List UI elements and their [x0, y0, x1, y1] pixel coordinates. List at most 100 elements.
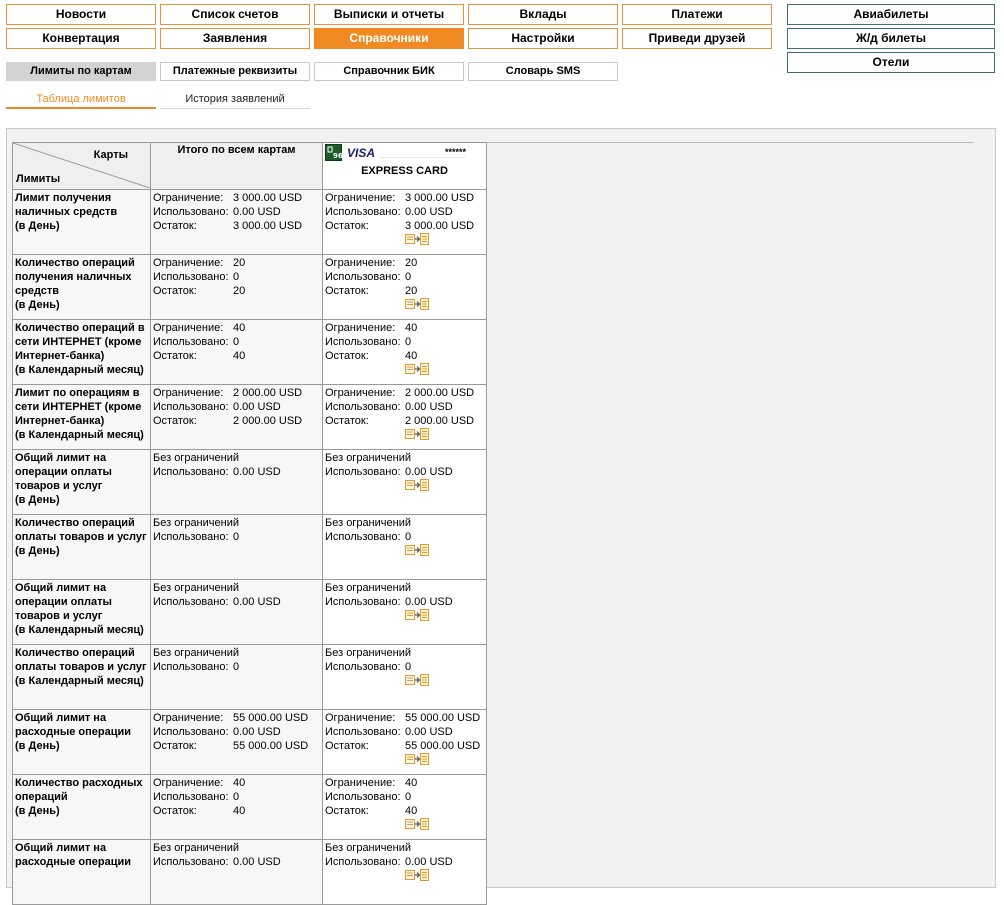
nav-accounts[interactable]: Список счетов	[160, 4, 310, 25]
edit-limit-icon[interactable]	[405, 428, 429, 444]
card-brand: VISA	[347, 145, 376, 160]
limit-name-line: товаров и услуг	[15, 480, 103, 492]
limit-value-line: Остаток: 3 000.00 USD	[153, 219, 320, 233]
limit-value-line: Ограничение: 40	[153, 776, 320, 790]
limit-value-key: Ограничение:	[153, 322, 224, 334]
subnav-card-limits[interactable]: Лимиты по картам	[6, 62, 156, 81]
limits-table-body: Лимит получения наличных средств (в День) О…	[12, 189, 487, 905]
limit-value-key: Использовано:	[153, 466, 229, 478]
nav-applications[interactable]: Заявления	[160, 28, 310, 49]
limit-row: Количество операций получения наличных сре…	[12, 254, 487, 320]
nav-payments[interactable]: Платежи	[622, 4, 772, 25]
subnav-payment-details[interactable]: Платежные реквизиты	[160, 62, 310, 81]
unlimited-text: Без ограничений	[325, 842, 411, 854]
edit-limit-icon[interactable]	[405, 753, 429, 769]
limit-value-amount: 0	[233, 336, 240, 348]
limit-value-key: Ограничение:	[153, 777, 224, 789]
card-name: EXPRESS CARD	[361, 165, 448, 177]
limit-value-line: Использовано: 0	[325, 270, 484, 284]
edit-limit-icon[interactable]	[405, 544, 429, 560]
limit-value-key: Использовано:	[153, 336, 229, 348]
limit-value-amount: 2 000.00 USD	[405, 415, 475, 427]
limit-name-line: оплаты товаров и услуг	[15, 531, 147, 543]
limit-value-line: Ограничение: 40	[153, 321, 320, 335]
limit-name-cell: Количество операций оплаты товаров и услу…	[12, 644, 151, 710]
nav-deposits[interactable]: Вклады	[468, 4, 618, 25]
nav-news[interactable]: Новости	[6, 4, 156, 25]
limit-value-line: Ограничение: 20	[325, 256, 484, 270]
limit-value-key: Использовано:	[325, 271, 401, 283]
limit-value-amount: 0.00 USD	[405, 206, 453, 218]
unlimited-text: Без ограничений	[153, 452, 239, 464]
limit-value-amount: 2 000.00 USD	[233, 387, 303, 399]
limit-name-line: расходные операции	[15, 856, 132, 868]
limit-value-amount: 0.00 USD	[405, 726, 453, 738]
edit-limit-icon[interactable]	[405, 609, 429, 625]
limit-row: Общий лимит на операции оплаты товаров и у…	[12, 579, 487, 645]
card-cell: Ограничение: 2 000.00 USD Использовано: 0.0…	[322, 384, 487, 450]
card-number-mask: ******	[380, 147, 467, 158]
limit-value-line: Остаток: 20	[325, 284, 484, 298]
nav-directories[interactable]: Справочники	[314, 28, 464, 49]
edit-limit-icon[interactable]	[405, 363, 429, 379]
limit-value-amount: 3 000.00 USD	[405, 220, 475, 232]
total-cell: Без ограничений Использовано: 0.00 USD	[150, 839, 323, 905]
nav-hotels[interactable]: Отели	[787, 52, 995, 73]
limit-name-line: Общий лимит на	[15, 452, 107, 464]
limit-value-amount: 55 000.00 USD	[405, 740, 481, 752]
edit-limit-icon[interactable]	[405, 674, 429, 690]
limit-value-key: Использовано:	[325, 791, 401, 803]
limit-value-amount: 20	[405, 257, 418, 269]
limit-value-amount: 40	[405, 777, 418, 789]
tab-applications-history[interactable]: История заявлений	[160, 90, 310, 109]
header-cards-label: Карты	[93, 149, 128, 161]
card-cell: Без ограничений Использовано: 0.00 USD	[322, 449, 487, 515]
tab-limits-table[interactable]: Таблица лимитов	[6, 90, 156, 109]
nav-conversion[interactable]: Конвертация	[6, 28, 156, 49]
limit-name-line: Лимит по операциям в	[15, 387, 140, 399]
header-card-cell: 96 VISA ****** EXPRESS CARD	[322, 142, 487, 190]
limit-name-cell: Количество операций получения наличных сре…	[12, 254, 151, 320]
limit-value-amount: 40	[233, 805, 246, 817]
total-cell: Ограничение: 40 Использовано: 0 Остаток: 40	[150, 774, 323, 840]
limit-value-line: Использовано: 0.00 USD	[325, 855, 484, 869]
edit-limit-icon[interactable]	[405, 869, 429, 885]
edit-limit-icon[interactable]	[405, 479, 429, 495]
limit-value-key: Остаток:	[325, 350, 369, 362]
limit-value-key: Использовано:	[325, 336, 401, 348]
total-cell: Ограничение: 40 Использовано: 0 Остаток: 40	[150, 319, 323, 385]
limit-value-line: Ограничение: 55 000.00 USD	[153, 711, 320, 725]
limit-name-line: сети ИНТЕРНЕТ (кроме	[15, 401, 142, 413]
nav-train-tickets[interactable]: Ж/д билеты	[787, 28, 995, 49]
limit-value-line: Использовано: 0.00 USD	[325, 400, 484, 414]
limit-value-line: Ограничение: 2 000.00 USD	[325, 386, 484, 400]
card-cell: Без ограничений Использовано: 0	[322, 514, 487, 580]
limit-name-line: (в Календарный месяц)	[15, 675, 144, 687]
limit-name-line: (в Календарный месяц)	[15, 364, 144, 376]
header-total-cell: Итого по всем картам	[150, 142, 323, 190]
card-cell: Ограничение: 40 Использовано: 0 Остаток: 40	[322, 774, 487, 840]
edit-limit-icon[interactable]	[405, 298, 429, 314]
limit-value-key: Использовано:	[325, 401, 401, 413]
limit-name-line: оплаты товаров и услуг	[15, 661, 147, 673]
unlimited-text: Без ограничений	[153, 517, 239, 529]
subnav-sms-dictionary[interactable]: Словарь SMS	[468, 62, 618, 81]
limit-name-line: Интернет-банка)	[15, 350, 105, 362]
nav-air-tickets[interactable]: Авиабилеты	[787, 4, 995, 25]
unlimited-text: Без ограничений	[153, 842, 239, 854]
edit-limit-icon[interactable]	[405, 233, 429, 249]
limit-row: Количество операций оплаты товаров и услу…	[12, 644, 487, 710]
limit-value-amount: 0.00 USD	[233, 856, 281, 868]
limit-name-cell: Общий лимит на расходные операции (в День)	[12, 709, 151, 775]
subnav-bik-directory[interactable]: Справочник БИК	[314, 62, 464, 81]
edit-limit-icon[interactable]	[405, 818, 429, 834]
total-cell: Ограничение: 20 Использовано: 0 Остаток: 20	[150, 254, 323, 320]
nav-invite-friends[interactable]: Приведи друзей	[622, 28, 772, 49]
nav-statements[interactable]: Выписки и отчеты	[314, 4, 464, 25]
limit-value-amount: 0	[405, 271, 412, 283]
limit-value-amount: 0.00 USD	[405, 466, 453, 478]
limit-name-line: товаров и услуг	[15, 610, 103, 622]
limit-row: Общий лимит на операции оплаты товаров и у…	[12, 449, 487, 515]
nav-settings[interactable]: Настройки	[468, 28, 618, 49]
limit-name-line: Количество операций в	[15, 322, 145, 334]
